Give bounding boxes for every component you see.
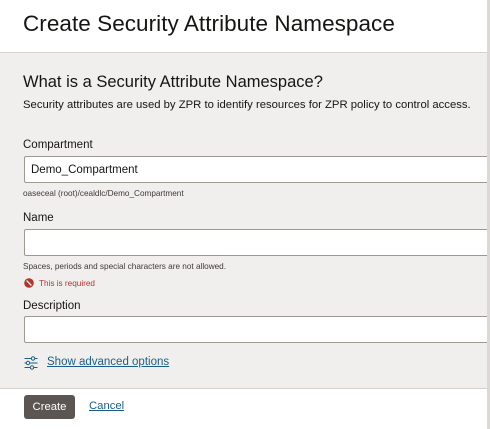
compartment-path: oaseceal (root)/cealdlc/Demo_Compartment (23, 189, 184, 198)
name-label: Name (23, 212, 54, 224)
show-advanced-options-link[interactable]: Show advanced options (47, 356, 169, 368)
compartment-value: Demo_Compartment (31, 164, 138, 176)
info-heading: What is a Security Attribute Namespace? (23, 73, 323, 91)
create-button[interactable]: Create (24, 395, 75, 419)
dialog-title: Create Security Attribute Namespace (23, 11, 395, 36)
description-label: Description (23, 300, 81, 312)
sliders-icon (24, 356, 38, 370)
compartment-label: Compartment (23, 139, 93, 151)
name-error-text: This is required (39, 279, 95, 288)
compartment-select[interactable]: Demo_Compartment (24, 156, 490, 183)
cancel-link[interactable]: Cancel (89, 400, 124, 412)
prohibited-icon (24, 278, 34, 288)
name-input[interactable] (24, 229, 490, 256)
dialog-header: Create Security Attribute Namespace (0, 0, 490, 53)
name-hint: Spaces, periods and special characters a… (23, 262, 226, 271)
dialog-footer: Create Cancel (0, 388, 490, 429)
info-description: Security attributes are used by ZPR to i… (23, 99, 471, 111)
description-input[interactable] (24, 316, 490, 343)
dialog-body: What is a Security Attribute Namespace? … (0, 53, 490, 388)
